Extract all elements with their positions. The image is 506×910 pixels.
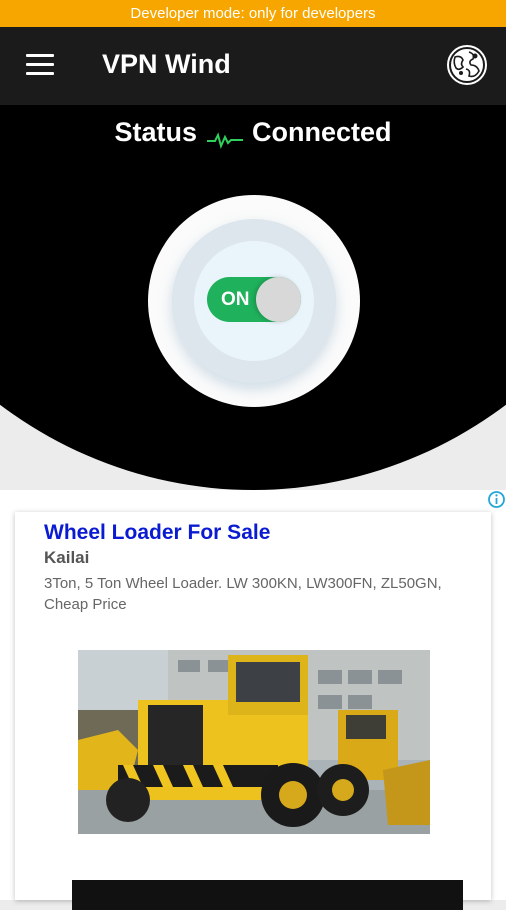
developer-mode-banner: Developer mode: only for developers xyxy=(0,0,506,27)
menu-icon[interactable] xyxy=(26,54,54,76)
adchoices-icon[interactable] xyxy=(487,490,506,509)
vpn-power-switch[interactable]: ON xyxy=(207,277,301,322)
ad-advertiser: Kailai xyxy=(44,548,90,567)
switch-knob xyxy=(256,277,301,322)
pulse-icon xyxy=(206,125,243,149)
ad-headline[interactable]: Wheel Loader For Sale xyxy=(44,521,270,545)
app-title: VPN Wind xyxy=(102,49,231,79)
ad-image-wheel-loader[interactable] xyxy=(78,650,430,834)
ad-cta-button[interactable] xyxy=(72,880,463,910)
ad-card[interactable]: Wheel Loader For Sale Kailai 3Ton, 5 Ton… xyxy=(15,512,491,910)
ad-container: Wheel Loader For Sale Kailai 3Ton, 5 Ton… xyxy=(0,490,506,910)
switch-on-label: ON xyxy=(221,289,250,310)
ad-description: 3Ton, 5 Ton Wheel Loader. LW 300KN, LW30… xyxy=(44,575,442,613)
status-label: Status xyxy=(114,117,197,147)
globe-icon[interactable] xyxy=(445,43,489,87)
status-value: Connected xyxy=(252,117,392,147)
app-bar: VPN Wind xyxy=(0,27,506,105)
connection-status: Status Connected xyxy=(0,117,506,149)
